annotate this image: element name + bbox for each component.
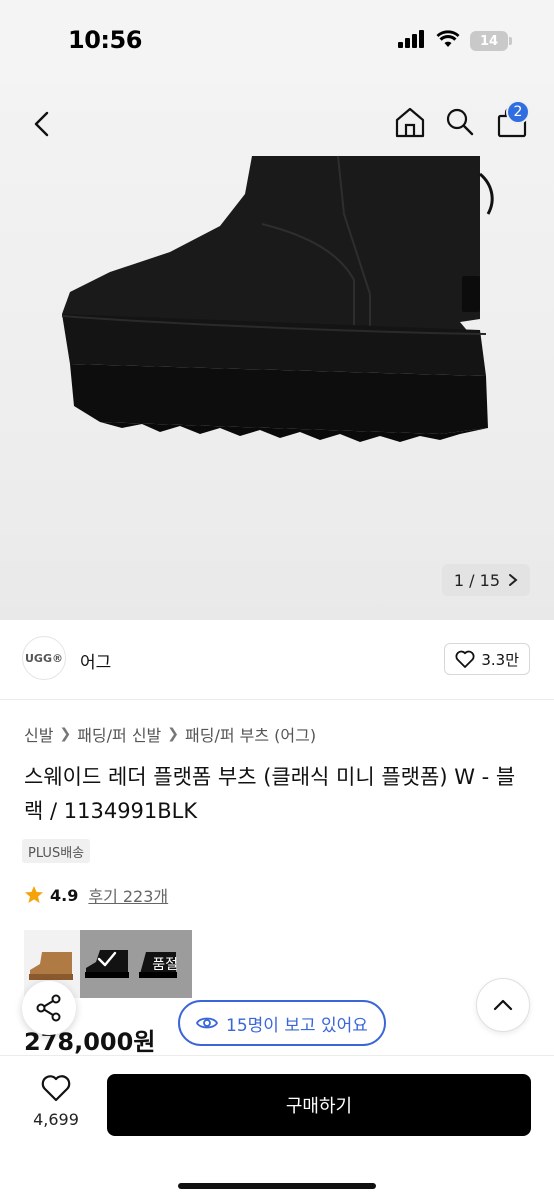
product-gallery[interactable]: 2 1 / 15 [0, 84, 554, 620]
wishlist-button[interactable]: 4,699 [28, 1074, 84, 1129]
cart-count-badge: 2 [506, 100, 530, 124]
share-button[interactable] [22, 981, 76, 1035]
rating-row: 4.9 후기 223개 [24, 883, 168, 907]
image-pager[interactable]: 1 / 15 [441, 564, 530, 596]
back-button[interactable] [22, 104, 62, 144]
product-title: 스웨이드 레더 플랫폼 부츠 (클래식 미니 플랫폼) W - 블랙 / 113… [24, 765, 516, 823]
brand-name[interactable]: 어그 [80, 648, 111, 673]
breadcrumb-item[interactable]: 신발 [24, 722, 53, 746]
heart-icon [41, 1075, 71, 1102]
status-time: 10:56 [68, 26, 142, 54]
breadcrumb-item[interactable]: 패딩/퍼 신발 [77, 722, 161, 746]
color-option-black[interactable]: 품절 [80, 930, 192, 998]
rating-value: 4.9 [50, 885, 79, 905]
chevron-right-icon: ❯ [59, 726, 72, 742]
share-icon [36, 994, 61, 1022]
brand-logo-text: UGG® [25, 651, 63, 665]
breadcrumb-item[interactable]: 패딩/퍼 부츠 (어그) [185, 722, 316, 746]
chevron-up-icon [493, 999, 513, 1011]
scroll-top-button[interactable] [476, 978, 530, 1032]
soldout-label: 품절 [152, 957, 178, 973]
review-link[interactable]: 후기 223개 [88, 883, 168, 907]
viewers-pill[interactable]: 15명이 보고 있어요 [178, 1000, 386, 1046]
heart-icon [455, 650, 475, 668]
chevron-right-icon [509, 574, 518, 586]
status-icons: 14 [398, 30, 512, 52]
home-indicator [178, 1183, 376, 1189]
eye-icon [196, 1017, 218, 1029]
star-icon [25, 886, 43, 903]
viewers-text: 15명이 보고 있어요 [226, 1015, 368, 1036]
wifi-icon [436, 30, 460, 52]
status-bar: 10:56 14 [0, 0, 554, 84]
chevron-right-icon: ❯ [167, 726, 179, 742]
brand-like-count: 3.3만 [481, 650, 519, 669]
pager-text: 1 / 15 [453, 570, 500, 590]
brand-row: UGG® 어그 3.3만 [0, 620, 554, 700]
home-button[interactable] [390, 102, 430, 142]
brand-logo[interactable]: UGG® [22, 636, 66, 680]
check-icon [97, 951, 117, 967]
bottom-action-bar: 4,699 구매하기 [0, 1055, 554, 1200]
brand-like-button[interactable]: 3.3만 [444, 643, 530, 675]
home-icon [395, 107, 425, 138]
signal-icon [398, 30, 426, 52]
wishlist-count: 4,699 [33, 1110, 79, 1129]
search-icon [446, 108, 474, 136]
product-image [61, 155, 494, 442]
breadcrumb: 신발 ❯ 패딩/퍼 신발 ❯ 패딩/퍼 부츠 (어그) [24, 722, 316, 746]
battery-icon: 14 [470, 31, 512, 51]
search-button[interactable] [440, 102, 480, 142]
chevron-left-icon [34, 111, 49, 137]
battery-level: 14 [479, 33, 499, 49]
buy-button[interactable]: 구매하기 [107, 1074, 531, 1136]
delivery-badge: PLUS배송 [22, 839, 91, 863]
